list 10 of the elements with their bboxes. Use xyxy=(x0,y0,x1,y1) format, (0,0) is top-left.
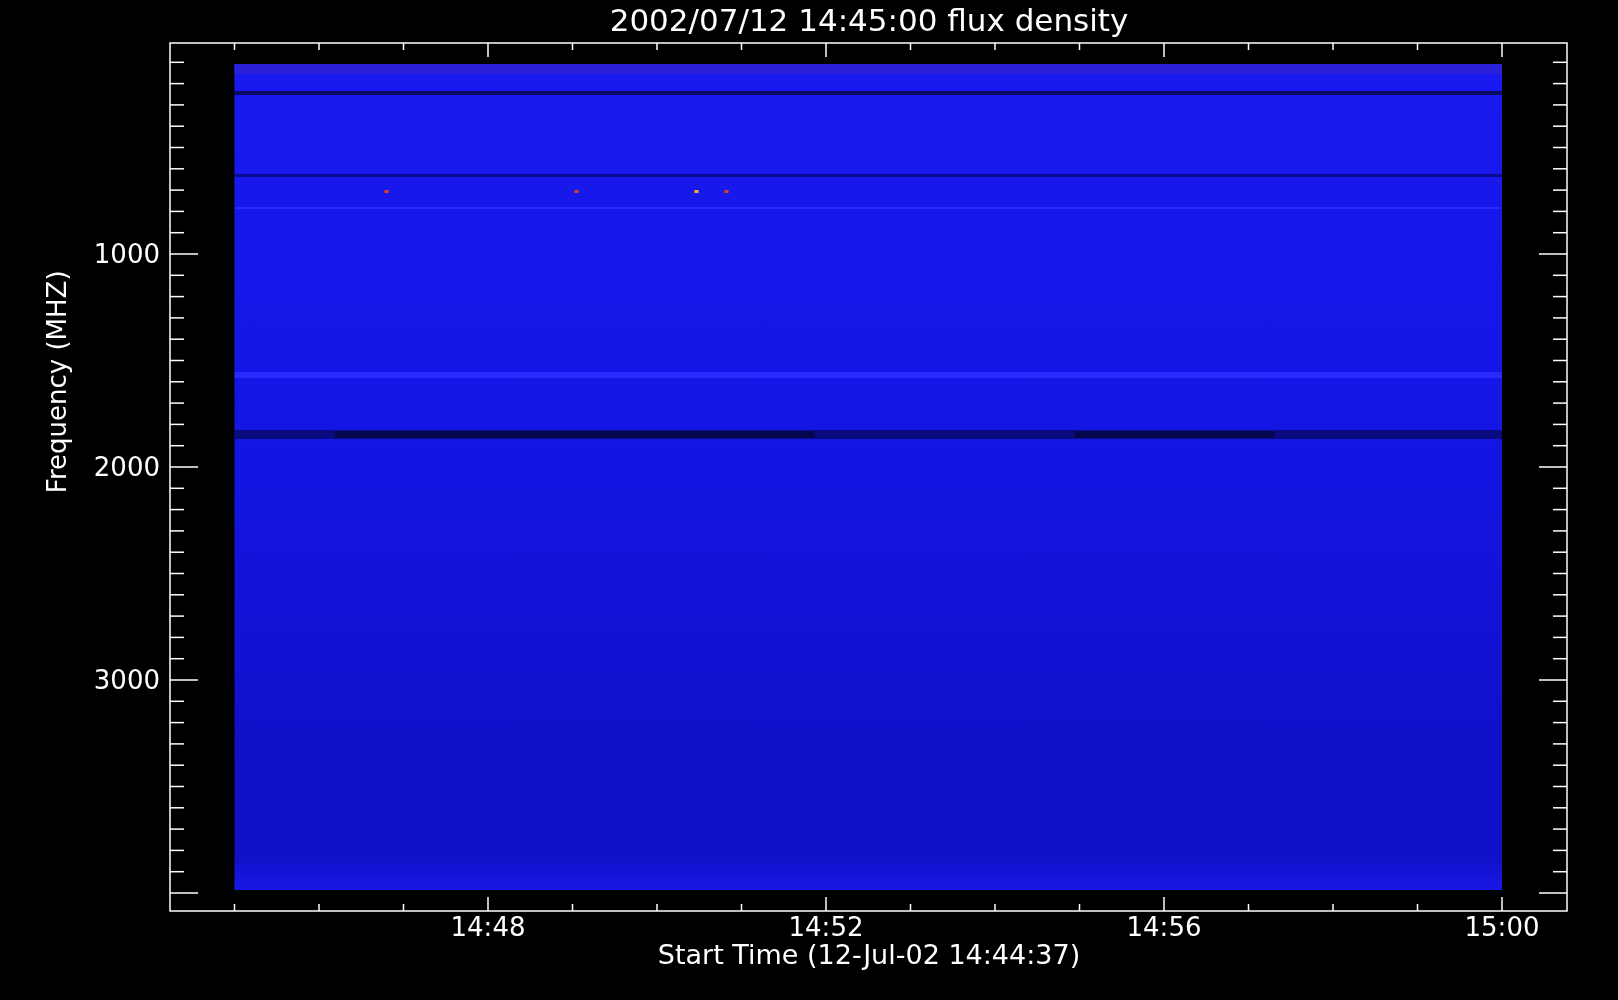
chart-title: 2002/07/12 14:45:00 flux density xyxy=(609,2,1129,38)
x-axis-label: Start Time (12-Jul-02 14:44:37) xyxy=(657,939,1081,971)
y-tick-label: 2000 xyxy=(93,452,160,482)
y-tick-label: 1000 xyxy=(93,239,160,269)
x-tick-label: 14:56 xyxy=(1126,912,1202,942)
y-axis-label: Frequency (MHZ) xyxy=(42,270,72,494)
x-tick-label: 14:48 xyxy=(450,912,526,942)
y-tick-label: 3000 xyxy=(93,665,160,695)
x-tick-label: 15:00 xyxy=(1464,912,1540,942)
x-tick-label: 14:52 xyxy=(788,912,864,942)
